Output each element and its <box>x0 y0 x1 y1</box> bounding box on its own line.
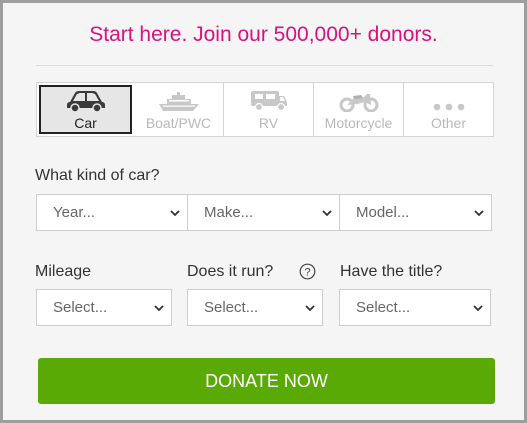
runs-select-value: Select... <box>204 299 259 316</box>
mileage-select[interactable]: Select... <box>36 289 172 326</box>
year-select[interactable]: Year... <box>36 194 188 231</box>
chevron-down-icon <box>170 210 180 217</box>
svg-text:?: ? <box>304 267 310 279</box>
year-select-value: Year... <box>53 204 95 221</box>
donation-form: Start here. Join our 500,000+ donors. Ca… <box>0 0 527 423</box>
donate-now-button[interactable]: DONATE NOW <box>38 358 495 404</box>
make-select-value: Make... <box>204 204 254 221</box>
vehicle-tab-rv[interactable]: RV <box>224 83 314 136</box>
vehicle-tab-boat[interactable]: Boat/PWC <box>134 83 224 136</box>
more-dots-icon <box>432 88 466 112</box>
chevron-down-icon <box>154 305 164 312</box>
question-circle-icon[interactable]: ? <box>299 263 316 280</box>
title-select[interactable]: Select... <box>339 289 491 326</box>
vehicle-tab-label: Other <box>430 115 466 131</box>
boat-icon <box>157 88 201 112</box>
model-select[interactable]: Model... <box>339 194 492 231</box>
vehicle-tab-other[interactable]: Other <box>404 83 493 136</box>
mileage-select-value: Select... <box>53 299 108 316</box>
title-select-value: Select... <box>356 299 411 316</box>
chevron-down-icon <box>322 210 332 217</box>
divider <box>36 65 493 66</box>
mileage-label: Mileage <box>35 263 92 280</box>
title-label: Have the title? <box>340 263 443 280</box>
vehicle-tab-label: Boat/PWC <box>145 115 212 131</box>
vehicle-tab-car[interactable]: Car <box>39 85 132 134</box>
chevron-down-icon <box>305 305 315 312</box>
motorcycle-icon <box>339 88 379 112</box>
vehicle-tab-label: Car <box>74 115 97 131</box>
runs-label: Does it run? <box>187 263 274 280</box>
chevron-down-icon <box>473 305 483 312</box>
vehicle-tab-label: RV <box>258 115 279 131</box>
car-icon <box>66 88 106 112</box>
vehicle-type-selector: Car Boat/PWC RV Motorcycle Other <box>36 82 494 137</box>
vehicle-tab-motorcycle[interactable]: Motorcycle <box>314 83 404 136</box>
form-headline: Start here. Join our 500,000+ donors. <box>89 23 438 46</box>
rv-icon <box>250 88 288 112</box>
vehicle-tab-label: Motorcycle <box>324 115 393 131</box>
chevron-down-icon <box>474 210 484 217</box>
runs-select[interactable]: Select... <box>187 289 323 326</box>
model-select-value: Model... <box>356 204 410 221</box>
make-select[interactable]: Make... <box>187 194 340 231</box>
car-question-label: What kind of car? <box>35 167 160 184</box>
